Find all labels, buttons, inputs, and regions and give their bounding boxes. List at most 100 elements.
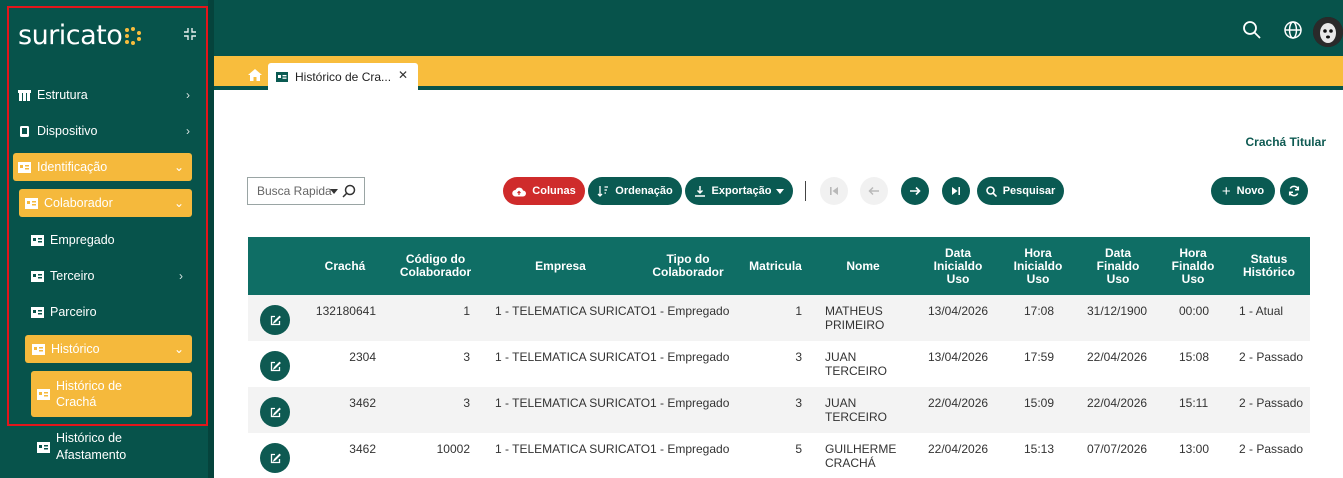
column-header[interactable]: Empresa (488, 237, 633, 295)
chevron-right-icon: › (186, 88, 190, 102)
sidebar-item-parceiro[interactable]: Parceiro (31, 301, 191, 323)
building-icon (18, 89, 31, 101)
edit-button[interactable] (260, 351, 290, 381)
table-cell: JUAN TERCEIRO (825, 350, 888, 378)
table-cell: 2 - Passado (1239, 396, 1304, 410)
sidebar-item-identificacao[interactable]: Identificação ⌄ (13, 153, 192, 181)
device-icon (20, 125, 29, 137)
column-header[interactable]: Hora Finaldo Uso (1158, 237, 1228, 295)
id-card-icon (25, 197, 38, 209)
search-icon[interactable] (342, 184, 356, 198)
sidebar-item-label: Histórico (51, 342, 100, 356)
refresh-button[interactable] (1280, 177, 1308, 205)
last-page-button[interactable] (942, 177, 970, 205)
table-cell: 1 - Atual (1239, 304, 1284, 318)
table-row[interactable]: 2304 3 1 - TELEMATICA SURICATO 1 - Empre… (248, 341, 1310, 387)
chevron-right-icon: › (179, 269, 183, 283)
edit-button[interactable] (260, 443, 290, 473)
toolbar-divider (805, 181, 806, 201)
table-cell: 00:00 (1179, 304, 1210, 318)
sidebar-item-label: Histórico de Afastamento (56, 431, 127, 462)
user-avatar[interactable] (1313, 17, 1343, 47)
table-cell: 3 (795, 350, 802, 364)
search-icon[interactable] (1242, 20, 1262, 40)
table-cell: 1 (463, 304, 470, 318)
table-cell: 1 - TELEMATICA SURICATO (495, 350, 651, 364)
table-cell: 3462 (349, 442, 376, 456)
table-header: Crachá Código do Colaborador Empresa Tip… (248, 237, 1310, 295)
column-header[interactable]: Crachá (310, 237, 380, 295)
columns-button[interactable]: Colunas (503, 177, 585, 205)
sidebar-item-historico-cracha[interactable]: Histórico de Crachá (31, 371, 192, 417)
table-cell: 17:59 (1024, 350, 1055, 364)
column-header[interactable]: Nome (823, 237, 903, 295)
globe-icon[interactable] (1283, 20, 1303, 40)
table-cell: 22/04/2026 (928, 396, 989, 410)
top-bar (214, 0, 1343, 56)
table-cell: 1 - Empregado (650, 304, 730, 318)
new-button[interactable]: + Novo (1211, 177, 1275, 205)
sidebar-item-label: Colaborador (44, 196, 113, 210)
table-row[interactable]: 3462 3 1 - TELEMATICA SURICATO 1 - Empre… (248, 387, 1310, 433)
home-icon[interactable] (248, 69, 262, 81)
table-cell: 132180641 (315, 304, 376, 318)
sidebar-item-dispositivo[interactable]: Dispositivo › (18, 120, 198, 142)
plus-icon: + (1221, 182, 1231, 200)
search-icon (985, 185, 997, 197)
caret-down-icon[interactable] (330, 189, 338, 194)
table-cell: 3462 (349, 396, 376, 410)
sort-icon (597, 186, 609, 197)
app-logo[interactable]: suricato (18, 20, 123, 51)
search-button[interactable]: Pesquisar (977, 177, 1064, 205)
table-cell: 10002 (436, 442, 470, 456)
refresh-icon (1288, 185, 1300, 197)
table-cell: 31/12/1900 (1087, 304, 1148, 318)
tab-historico-cracha[interactable]: Histórico de Cra... ✕ (268, 63, 418, 90)
collapse-sidebar-icon[interactable] (183, 27, 197, 41)
sidebar-item-label: Identificação (37, 160, 108, 174)
sidebar-item-terceiro[interactable]: Terceiro › (31, 265, 191, 287)
edit-button[interactable] (260, 305, 290, 335)
sidebar: suricato Estrutura › Dispositivo › Ident… (0, 0, 208, 478)
column-header[interactable]: Data Inicialdo Uso (918, 237, 998, 295)
cloud-icon (512, 187, 527, 196)
first-page-icon (830, 187, 838, 195)
search-label: Pesquisar (1002, 185, 1056, 197)
table-cell: 17:08 (1024, 304, 1055, 318)
arrow-left-icon (868, 186, 879, 196)
chevron-down-icon: ⌄ (173, 160, 184, 174)
table-cell: 1 - TELEMATICA SURICATO (495, 442, 651, 456)
column-header[interactable]: Tipo do Colaborador (643, 237, 733, 295)
id-card-icon (276, 71, 288, 82)
sidebar-item-historico[interactable]: Histórico ⌄ (25, 335, 192, 363)
first-page-button[interactable] (820, 177, 848, 205)
sidebar-item-empregado[interactable]: Empregado (31, 229, 191, 251)
id-card-icon (32, 343, 45, 355)
download-icon (694, 186, 705, 197)
column-header[interactable]: Data Finaldo Uso (1078, 237, 1158, 295)
sidebar-item-label: Parceiro (50, 305, 97, 319)
logo-dots-icon (125, 27, 141, 45)
edit-button[interactable] (260, 397, 290, 427)
next-page-button[interactable] (901, 177, 929, 205)
table-row[interactable]: 3462 10002 1 - TELEMATICA SURICATO 1 - E… (248, 433, 1310, 478)
sidebar-item-historico-afastamento[interactable]: Histórico de Afastamento (37, 430, 197, 464)
sort-button[interactable]: Ordenação (588, 177, 682, 205)
sort-label: Ordenação (615, 185, 673, 197)
table-row[interactable]: 132180641 1 1 - TELEMATICA SURICATO 1 - … (248, 295, 1310, 341)
sidebar-item-colaborador[interactable]: Colaborador ⌄ (19, 189, 192, 217)
export-button[interactable]: Exportação (685, 177, 793, 205)
quick-search-input[interactable]: Busca Rapida (247, 177, 365, 205)
close-tab-icon[interactable]: ✕ (398, 68, 408, 82)
edit-icon (270, 315, 281, 325)
column-header[interactable]: Status Histórico (1233, 237, 1305, 295)
sidebar-item-label: Terceiro (50, 269, 95, 283)
column-header[interactable]: Matricula (743, 237, 808, 295)
page-title: Crachá Titular (1245, 135, 1326, 149)
table-cell: 1 - TELEMATICA SURICATO (495, 304, 651, 318)
column-header[interactable]: Código do Colaborador (388, 237, 483, 295)
column-header[interactable]: Hora Inicialdo Uso (998, 237, 1078, 295)
previous-page-button[interactable] (860, 177, 888, 205)
id-card-icon (31, 270, 44, 282)
sidebar-item-estrutura[interactable]: Estrutura › (18, 84, 198, 106)
